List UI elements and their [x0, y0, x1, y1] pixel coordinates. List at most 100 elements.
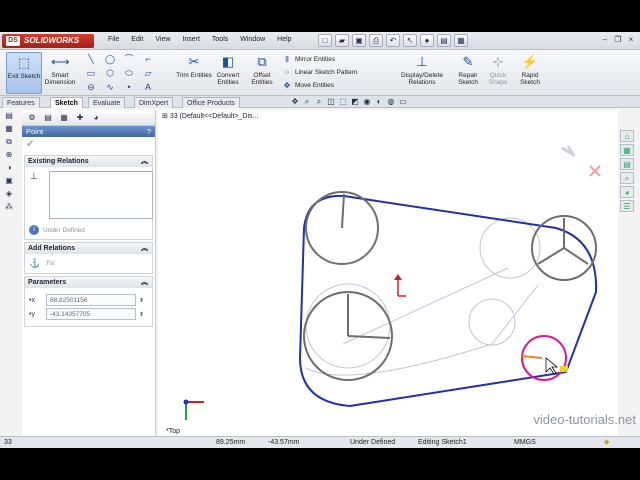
collapse-icon[interactable]: ︽	[141, 243, 148, 254]
select-icon[interactable]: ↖	[403, 34, 417, 47]
rebuild-warning-icon[interactable]: ◆	[604, 437, 609, 448]
add-relations-header[interactable]: Add Relations ︽	[25, 243, 152, 254]
point-icon[interactable]: •	[120, 81, 138, 94]
open-icon[interactable]: ▰	[335, 34, 349, 47]
property-tab-icon[interactable]: ▤	[41, 112, 55, 124]
custom-properties-icon[interactable]: ☰	[620, 200, 634, 212]
search-icon[interactable]: ⌕	[620, 172, 634, 184]
close-icon[interactable]: ×	[626, 35, 636, 45]
fix-relation-button[interactable]: Fix	[46, 260, 55, 267]
polygon-icon[interactable]: ⬡	[101, 67, 119, 80]
status-units[interactable]: MMGS	[514, 437, 536, 448]
view-orientation-icon[interactable]: ⬚	[338, 96, 348, 107]
display-delete-relations-button[interactable]: ⊥ Display/Delete Relations	[396, 52, 448, 94]
appearances-icon[interactable]: ◕	[620, 186, 634, 198]
x-coordinate-input[interactable]: 88.82501156	[46, 294, 136, 306]
tab-features[interactable]: Features	[2, 97, 40, 108]
edit-appearance-icon[interactable]: ◐	[374, 96, 384, 107]
restore-icon[interactable]: ❐	[613, 35, 623, 45]
ellipse-icon[interactable]: ⬭	[120, 67, 138, 80]
property-manager-icon[interactable]: ▦	[2, 123, 16, 135]
y-coordinate-input[interactable]: -43.14357705	[46, 308, 136, 320]
undo-icon[interactable]: ↶	[386, 34, 400, 47]
spin-icon[interactable]: ⬍	[139, 311, 144, 318]
spin-icon[interactable]: ⬍	[139, 297, 144, 304]
rectangle-icon[interactable]: ▭	[82, 67, 100, 80]
menu-view[interactable]: View	[149, 36, 176, 43]
file-properties-icon[interactable]: ▤	[437, 34, 451, 47]
ok-button[interactable]: ✔	[22, 137, 155, 153]
config-tab-icon[interactable]: ▦	[57, 112, 71, 124]
linear-pattern-button[interactable]: ⁘ Linear Sketch Pattern	[282, 66, 358, 79]
help-icon[interactable]: ?	[147, 126, 151, 137]
zoom-fit-icon[interactable]: ✥	[290, 96, 300, 107]
rebuild-icon[interactable]: ●	[420, 34, 434, 47]
appearance-icon[interactable]: ◈	[2, 188, 16, 200]
spline-icon[interactable]: ∿	[101, 81, 119, 94]
scene-icon[interactable]: ◍	[386, 96, 396, 107]
dimxpert-icon[interactable]: ⊕	[2, 149, 16, 161]
hide-show-icon[interactable]: ◉	[362, 96, 372, 107]
display-style-icon[interactable]: ◩	[350, 96, 360, 107]
exit-sketch-button[interactable]: ⬚ Exit Sketch	[6, 52, 42, 94]
menu-help[interactable]: Help	[271, 36, 297, 43]
existing-relations-header[interactable]: Existing Relations ︽	[25, 156, 152, 167]
menu-tools[interactable]: Tools	[206, 36, 234, 43]
display-tab-icon[interactable]: ◕	[89, 112, 103, 124]
design-library-icon[interactable]: ▦	[620, 144, 634, 156]
menu-edit[interactable]: Edit	[125, 36, 149, 43]
relations-list[interactable]	[49, 171, 153, 219]
file-explorer-icon[interactable]: ▤	[620, 158, 634, 170]
quick-snaps-button[interactable]: ⊹ Quick Snaps	[480, 52, 516, 94]
save-icon[interactable]: ▣	[352, 34, 366, 47]
selected-pulley[interactable]	[521, 335, 567, 381]
rapid-sketch-button[interactable]: ⚡ Rapid Sketch	[512, 52, 548, 94]
feature-tree-icon[interactable]: ▤	[2, 110, 16, 122]
tab-evaluate[interactable]: Evaluate	[88, 97, 126, 108]
offset-entities-button[interactable]: ⧉ Offset Entities	[244, 52, 280, 94]
collapse-icon[interactable]: ︽	[141, 277, 148, 288]
feature-tree-tab-icon[interactable]: ⚙	[25, 112, 39, 124]
camera-icon[interactable]: ▣	[2, 175, 16, 187]
misc-icon[interactable]: ⁂	[2, 201, 16, 213]
configuration-icon[interactable]: ⧉	[2, 136, 16, 148]
fillet-icon[interactable]: ⌐	[139, 53, 157, 66]
menu-file[interactable]: File	[102, 36, 125, 43]
convert-entities-button[interactable]: ◧ Convert Entities	[210, 52, 246, 94]
minimize-icon[interactable]: –	[600, 35, 610, 45]
slot-icon[interactable]: ⊖	[82, 81, 100, 94]
parameters-header[interactable]: Parameters ︽	[25, 277, 152, 288]
trim-entities-button[interactable]: ✂ Trim Entities	[176, 52, 212, 94]
previous-view-icon[interactable]: ⌕	[314, 96, 324, 107]
mirror-entities-button[interactable]: ⫴ Mirror Entities	[282, 53, 358, 66]
cancel-sketch-corner-icon[interactable]	[589, 165, 601, 177]
belt-outline[interactable]	[298, 194, 598, 408]
app-logo[interactable]: DS SOLIDWORKS	[2, 34, 94, 48]
confirmation-corner[interactable]	[561, 145, 601, 177]
line-icon[interactable]: ╲	[82, 53, 100, 66]
sketch-canvas[interactable]	[158, 110, 618, 436]
zoom-area-icon[interactable]: ⌕	[302, 96, 312, 107]
resources-icon[interactable]: ⌂	[620, 130, 634, 142]
options-icon[interactable]: ▦	[454, 34, 468, 47]
move-entities-button[interactable]: ✥ Move Entities	[282, 79, 358, 92]
section-view-icon[interactable]: ◫	[326, 96, 336, 107]
text-icon[interactable]: A	[139, 81, 157, 94]
smart-dimension-button[interactable]: ⟷ Smart Dimension	[42, 52, 78, 94]
menu-window[interactable]: Window	[234, 36, 271, 43]
print-icon[interactable]: ⎙	[369, 34, 383, 47]
new-document-icon[interactable]: □	[318, 34, 332, 47]
tab-sketch[interactable]: Sketch	[50, 97, 83, 108]
plane-icon[interactable]: ▱	[139, 67, 157, 80]
dimxpert-tab-icon[interactable]: ✚	[73, 112, 87, 124]
graphics-area[interactable]: ⊞ 33 (Default<<Default>_Dis... *Top vide…	[158, 110, 636, 436]
tab-dimxpert[interactable]: DimXpert	[134, 97, 174, 108]
collapse-icon[interactable]: ︽	[141, 156, 148, 167]
menu-insert[interactable]: Insert	[176, 36, 206, 43]
circle-icon[interactable]: ◯	[101, 53, 119, 66]
tab-office-products[interactable]: Office Products	[182, 97, 240, 108]
view-settings-icon[interactable]: ▭	[398, 96, 408, 107]
display-manager-icon[interactable]: ◑	[2, 162, 16, 174]
exit-sketch-corner-icon[interactable]	[561, 145, 576, 157]
arc-icon[interactable]: ⌒	[120, 53, 138, 66]
